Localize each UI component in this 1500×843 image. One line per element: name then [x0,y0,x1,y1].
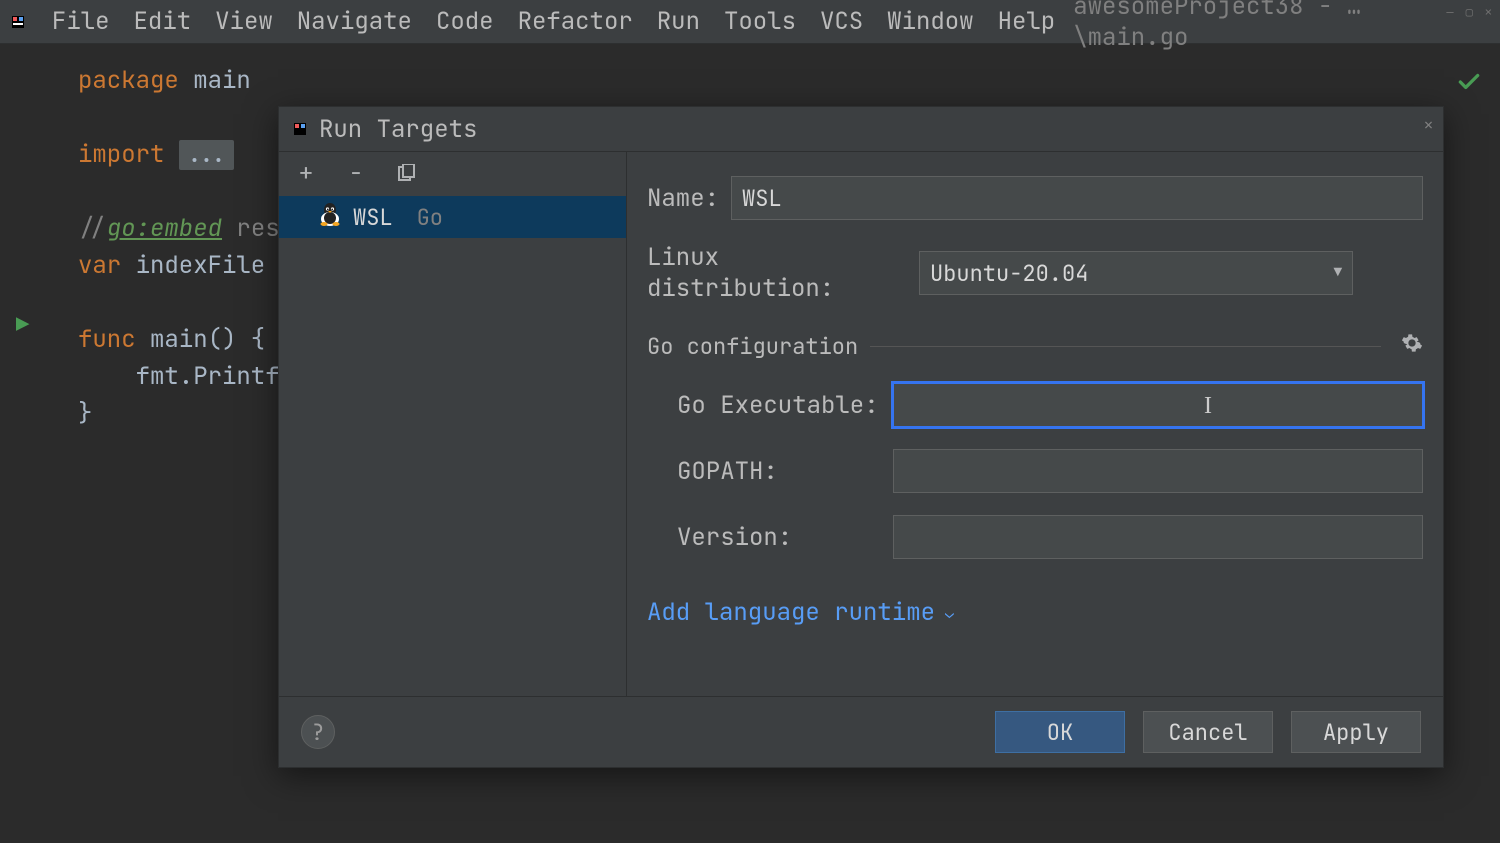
menu-window[interactable]: Window [877,6,983,37]
add-language-runtime-link[interactable]: Add language runtime ⌄ [647,597,1423,628]
chevron-down-icon: ▼ [1334,264,1342,282]
menu-code[interactable]: Code [426,6,504,37]
distribution-value: Ubuntu-20.04 [930,259,1088,288]
code-keyword: import [78,139,164,170]
code-fold[interactable]: ... [179,140,234,170]
window-maximize-icon[interactable]: ▢ [1466,4,1473,20]
name-input[interactable] [731,176,1423,220]
menu-help[interactable]: Help [988,6,1066,37]
menu-run[interactable]: Run [647,6,710,37]
dialog-icon [293,122,307,136]
code-keyword: package [78,65,179,96]
copy-target-button[interactable] [393,161,419,187]
dialog-title-bar: Run Targets ✕ [279,107,1443,151]
targets-list-panel: + − [279,152,627,696]
go-executable-label: Go Executable: [677,390,881,421]
dialog-title: Run Targets [319,114,477,145]
code-embed-directive: go:embed [107,213,222,244]
menu-vcs[interactable]: VCS [810,6,873,37]
chevron-down-icon: ⌄ [945,603,954,623]
code-text: main [193,65,251,96]
menu-navigate[interactable]: Navigate [287,6,422,37]
version-label: Version: [677,522,881,553]
code-keyword: func [78,324,136,355]
ok-button[interactable]: OK [995,711,1125,753]
menu-edit[interactable]: Edit [124,6,202,37]
menu-tools[interactable]: Tools [714,6,806,37]
menu-view[interactable]: View [205,6,283,37]
window-minimize-icon[interactable]: ― [1446,4,1453,20]
dialog-footer: ? OK Cancel Apply [279,697,1443,767]
code-comment: // [78,213,107,244]
inspection-ok-icon[interactable] [1456,68,1482,103]
target-item-wsl[interactable]: WSL Go [279,196,626,238]
window-close-icon[interactable]: ✕ [1485,4,1492,20]
code-keyword: var [78,250,121,281]
code-text: } [78,398,92,429]
window-controls: ― ▢ ✕ [1446,4,1492,20]
distribution-label: Linux distribution: [647,242,907,304]
remove-target-button[interactable]: − [343,161,369,187]
name-label: Name: [647,183,719,214]
target-details-panel: Name: Linux distribution: Ubuntu-20.04 ▼… [627,152,1443,696]
add-runtime-label: Add language runtime [647,597,935,628]
version-input[interactable] [893,515,1423,559]
help-button[interactable]: ? [301,715,335,749]
cancel-button[interactable]: Cancel [1143,711,1273,753]
code-text: fmt.Printf( [78,361,294,392]
go-executable-input[interactable] [893,383,1423,427]
section-title: Go configuration [647,332,858,361]
linux-icon [319,202,341,233]
distribution-select[interactable]: Ubuntu-20.04 ▼ [919,251,1353,295]
menu-bar: File Edit View Navigate Code Refactor Ru… [0,0,1500,44]
code-text: indexFile s [121,250,294,281]
targets-tree[interactable]: WSL Go [279,196,626,696]
gear-icon[interactable] [1401,332,1423,361]
menu-refactor[interactable]: Refactor [508,6,643,37]
code-comment: res [222,213,280,244]
target-item-kind: Go [417,203,443,232]
apply-button[interactable]: Apply [1291,711,1421,753]
targets-toolbar: + − [279,152,626,196]
gopath-input[interactable] [893,449,1423,493]
code-text: main() { [136,324,266,355]
app-icon [10,13,26,31]
gutter-run-icon[interactable]: ▶ [16,310,29,339]
go-config-section: Go configuration [647,332,1423,361]
run-targets-dialog: Run Targets ✕ + − [278,106,1444,768]
gopath-label: GOPATH: [677,456,881,487]
target-item-label: WSL [353,203,393,232]
add-target-button[interactable]: + [293,161,319,187]
menu-file[interactable]: File [42,6,120,37]
dialog-close-icon[interactable]: ✕ [1424,115,1433,135]
